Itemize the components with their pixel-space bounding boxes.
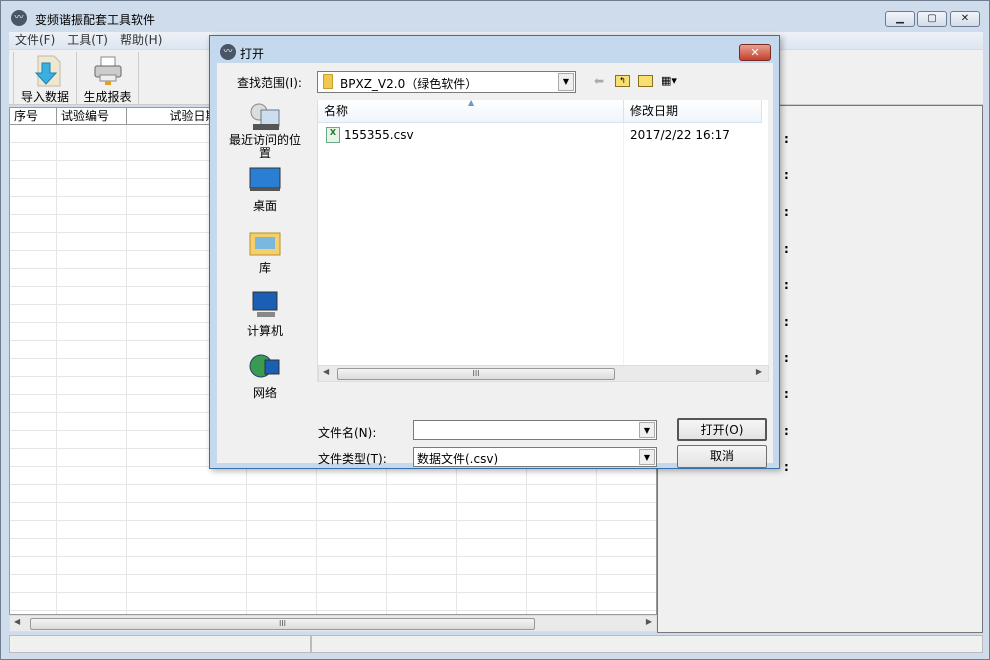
place-computer[interactable]: 计算机 bbox=[217, 290, 313, 339]
back-icon[interactable]: ⬅ bbox=[594, 74, 604, 88]
look-in-value: BPXZ_V2.0（绿色软件） bbox=[340, 77, 478, 91]
desktop-icon bbox=[249, 165, 281, 195]
places-bar: 最近访问的位置 桌面 库 计算机 网络 bbox=[217, 97, 315, 459]
open-button[interactable]: 打开(O) bbox=[677, 418, 767, 441]
import-data-button[interactable]: 导入数据 bbox=[13, 52, 77, 104]
view-menu-icon[interactable]: ▦▾ bbox=[661, 74, 677, 87]
scrollbar-thumb[interactable]: III bbox=[337, 368, 615, 380]
status-bar-right bbox=[311, 635, 983, 653]
sort-ascending-icon: ▲ bbox=[468, 98, 475, 107]
generate-report-button[interactable]: 生成报表 bbox=[77, 52, 139, 104]
import-data-label: 导入数据 bbox=[20, 90, 69, 104]
column-header-name[interactable]: 名称 ▲ bbox=[318, 98, 624, 123]
menu-tools[interactable]: 工具(T) bbox=[61, 32, 114, 49]
status-bar-left bbox=[9, 635, 311, 653]
close-button[interactable]: ✕ bbox=[950, 11, 980, 27]
maximize-button[interactable]: ▢ bbox=[917, 11, 947, 27]
generate-report-label: 生成报表 bbox=[83, 90, 132, 104]
cancel-button[interactable]: 取消 bbox=[677, 445, 767, 468]
table-horizontal-scrollbar[interactable]: ◀ III ▶ bbox=[9, 615, 657, 632]
filetype-dropdown[interactable]: 数据文件(.csv) ▼ bbox=[413, 447, 657, 467]
file-list-scrollbar[interactable]: ◀ III ▶ bbox=[318, 365, 769, 382]
import-icon bbox=[28, 55, 62, 87]
printer-icon bbox=[91, 55, 125, 87]
file-list[interactable]: 名称 ▲ 修改日期 X 155355.csv 2017/2/22 16:17 ◀ … bbox=[317, 98, 769, 382]
chevron-down-icon[interactable]: ▼ bbox=[558, 73, 574, 91]
menu-file[interactable]: 文件(F) bbox=[9, 32, 61, 49]
filename-input[interactable]: ▼ bbox=[413, 420, 657, 440]
recent-places-icon bbox=[249, 102, 281, 132]
up-folder-icon[interactable]: ↰ bbox=[615, 75, 630, 87]
network-icon bbox=[249, 352, 281, 382]
look-in-dropdown[interactable]: BPXZ_V2.0（绿色软件） ▼ bbox=[317, 71, 576, 93]
file-row[interactable]: X 155355.csv 2017/2/22 16:17 bbox=[326, 127, 766, 145]
open-file-dialog: 〰 打开 ✕ 查找范围(I): BPXZ_V2.0（绿色软件） ▼ ⬅ ↰ ▦▾… bbox=[209, 35, 780, 469]
place-recent[interactable]: 最近访问的位置 bbox=[217, 102, 313, 160]
filetype-label: 文件类型(T): bbox=[318, 452, 387, 466]
look-in-label: 查找范围(I): bbox=[237, 76, 302, 90]
dialog-close-button[interactable]: ✕ bbox=[739, 44, 771, 61]
chevron-down-icon[interactable]: ▼ bbox=[639, 449, 655, 465]
waveform-icon: 〰 bbox=[11, 10, 27, 26]
chevron-down-icon[interactable]: ▼ bbox=[639, 422, 655, 438]
menu-help[interactable]: 帮助(H) bbox=[114, 32, 168, 49]
waveform-icon: 〰 bbox=[220, 44, 236, 60]
computer-icon bbox=[249, 290, 281, 320]
app-title: 变频谐振配套工具软件 bbox=[35, 13, 156, 27]
place-libraries[interactable]: 库 bbox=[217, 227, 313, 276]
new-folder-icon[interactable] bbox=[638, 75, 653, 87]
place-network[interactable]: 网络 bbox=[217, 352, 313, 401]
filename-label: 文件名(N): bbox=[318, 426, 377, 440]
column-header-test-id[interactable]: 试验编号 bbox=[57, 108, 127, 125]
column-header-modified[interactable]: 修改日期 bbox=[624, 100, 762, 123]
csv-file-icon: X bbox=[326, 127, 340, 143]
folder-icon bbox=[323, 74, 333, 89]
libraries-icon bbox=[249, 227, 281, 257]
dialog-title: 打开 bbox=[240, 47, 265, 61]
title-bar: 〰 变频谐振配套工具软件 ▁ ▢ ✕ bbox=[1, 1, 989, 33]
scrollbar-thumb[interactable]: III bbox=[30, 618, 535, 630]
minimize-button[interactable]: ▁ bbox=[885, 11, 915, 27]
column-header-index[interactable]: 序号 bbox=[10, 108, 57, 125]
place-desktop[interactable]: 桌面 bbox=[217, 165, 313, 214]
file-name: 155355.csv bbox=[344, 128, 414, 142]
file-modified: 2017/2/22 16:17 bbox=[630, 128, 730, 142]
